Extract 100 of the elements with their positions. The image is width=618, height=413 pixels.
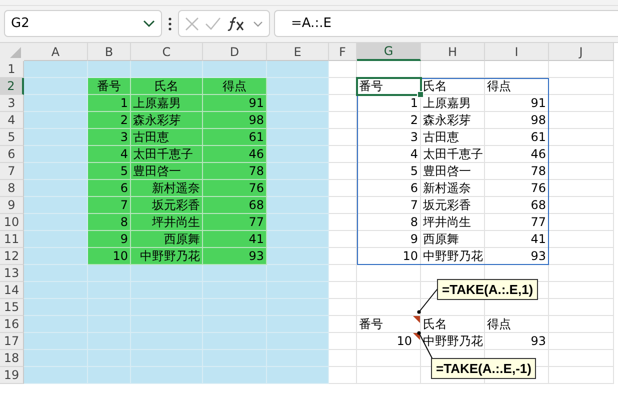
row-header[interactable]: 2: [0, 78, 24, 95]
table-cell: [329, 95, 357, 112]
table-cell: [329, 163, 357, 180]
row-header[interactable]: 18: [0, 350, 24, 367]
column-header[interactable]: H: [421, 43, 485, 61]
row-header[interactable]: 10: [0, 214, 24, 231]
row-header[interactable]: 16: [0, 316, 24, 333]
table-cell: 得点: [485, 316, 549, 333]
table-cell: [329, 265, 357, 282]
table-cell: [549, 146, 614, 163]
row-header[interactable]: 4: [0, 112, 24, 129]
table-cell: [131, 316, 203, 333]
table-cell: [131, 367, 203, 384]
table-cell: [88, 367, 131, 384]
table-cell: [24, 265, 88, 282]
leader-arrow: [417, 331, 434, 360]
note-indicator-icon: [413, 316, 420, 323]
table-cell: 6: [357, 180, 421, 197]
column-header[interactable]: G: [357, 43, 421, 61]
dropdown-caret-icon: [143, 20, 155, 28]
row-header[interactable]: 19: [0, 367, 24, 384]
table-cell: 10: [88, 248, 131, 265]
table-cell: 7: [88, 197, 131, 214]
row-header[interactable]: 6: [0, 146, 24, 163]
row-header[interactable]: 3: [0, 95, 24, 112]
table-cell: [329, 180, 357, 197]
table-cell: [549, 129, 614, 146]
column-header[interactable]: E: [267, 43, 329, 61]
table-cell: 上原嘉男: [131, 95, 203, 112]
table-cell: 93: [203, 248, 267, 265]
table-cell: 41: [203, 231, 267, 248]
table-cell: [267, 299, 329, 316]
table-cell: [24, 95, 88, 112]
row-header[interactable]: 14: [0, 282, 24, 299]
checkmark-icon[interactable]: [205, 16, 221, 30]
table-cell: 新村遥奈: [131, 180, 203, 197]
row-header[interactable]: 7: [0, 163, 24, 180]
row-header[interactable]: 1: [0, 61, 24, 78]
table-cell: 中野野乃花: [421, 248, 485, 265]
table-cell: [131, 282, 203, 299]
table-cell: [267, 197, 329, 214]
column-header[interactable]: A: [24, 43, 88, 61]
table-cell: [131, 265, 203, 282]
table-cell: 3: [357, 129, 421, 146]
table-cell: [131, 333, 203, 350]
column-header[interactable]: C: [131, 43, 203, 61]
table-cell: [131, 61, 203, 78]
table-cell: [131, 350, 203, 367]
name-box[interactable]: G2: [4, 10, 162, 37]
table-cell: [549, 95, 614, 112]
table-cell: 77: [485, 214, 549, 231]
row-header[interactable]: 12: [0, 248, 24, 265]
table-cell: [267, 333, 329, 350]
row-header[interactable]: 13: [0, 265, 24, 282]
formula-field[interactable]: =A.:.E: [274, 10, 618, 37]
table-cell: [203, 282, 267, 299]
column-header[interactable]: J: [549, 43, 614, 61]
note-callout: =TAKE(A.:.E,1): [437, 279, 538, 300]
table-cell: 9: [88, 231, 131, 248]
column-header[interactable]: B: [88, 43, 131, 61]
table-cell: 5: [88, 163, 131, 180]
table-cell: [24, 112, 88, 129]
row-header[interactable]: 17: [0, 333, 24, 350]
table-cell: 46: [485, 146, 549, 163]
table-cell: [267, 282, 329, 299]
row-header[interactable]: 8: [0, 180, 24, 197]
table-cell: [267, 265, 329, 282]
table-cell: [549, 112, 614, 129]
table-cell: 93: [485, 248, 549, 265]
table-cell: [203, 299, 267, 316]
table-cell: [267, 95, 329, 112]
column-header[interactable]: F: [329, 43, 357, 61]
table-cell: [203, 367, 267, 384]
table-cell: [549, 299, 614, 316]
fill-handle[interactable]: [417, 91, 424, 98]
table-cell: [24, 350, 88, 367]
leader-arrow: [417, 286, 440, 314]
row-header[interactable]: 9: [0, 197, 24, 214]
row-header[interactable]: 11: [0, 231, 24, 248]
table-cell: [549, 367, 614, 384]
table-cell: 4: [357, 146, 421, 163]
table-cell: [267, 367, 329, 384]
more-options-icon[interactable]: [166, 16, 174, 30]
table-cell: 61: [203, 129, 267, 146]
table-cell: [549, 333, 614, 350]
column-header[interactable]: D: [203, 43, 267, 61]
table-cell: 4: [88, 146, 131, 163]
table-cell: [267, 146, 329, 163]
table-cell: 91: [203, 95, 267, 112]
column-header[interactable]: I: [485, 43, 549, 61]
row-header[interactable]: 5: [0, 129, 24, 146]
table-cell: 番号: [88, 78, 131, 95]
row-header[interactable]: 15: [0, 299, 24, 316]
table-cell: [549, 163, 614, 180]
table-cell: 中野野乃花: [421, 333, 485, 350]
table-cell: [329, 112, 357, 129]
table-cell: [549, 78, 614, 95]
table-cell: [24, 61, 88, 78]
table-cell: [24, 197, 88, 214]
table-cell: 93: [485, 333, 549, 350]
